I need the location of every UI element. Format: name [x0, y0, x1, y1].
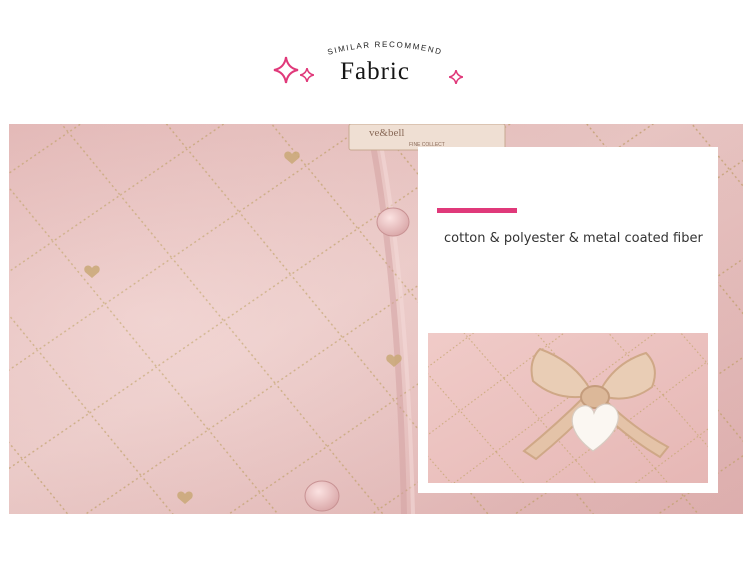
fabric-info-card: cotton & polyester & metal coated fiber	[418, 147, 718, 493]
snap-button	[376, 207, 410, 237]
material-composition: cotton & polyester & metal coated fiber	[444, 231, 703, 246]
svg-text:ve&bell: ve&bell	[369, 127, 404, 139]
accent-bar	[437, 208, 517, 213]
svg-text:SIMILAR RECOMMEND: SIMILAR RECOMMEND	[327, 40, 444, 57]
snap-button	[304, 480, 340, 512]
page-title: Fabric	[340, 58, 410, 85]
section-header: SIMILAR RECOMMEND Fabric	[0, 0, 750, 120]
bow-detail-photo	[428, 333, 708, 483]
